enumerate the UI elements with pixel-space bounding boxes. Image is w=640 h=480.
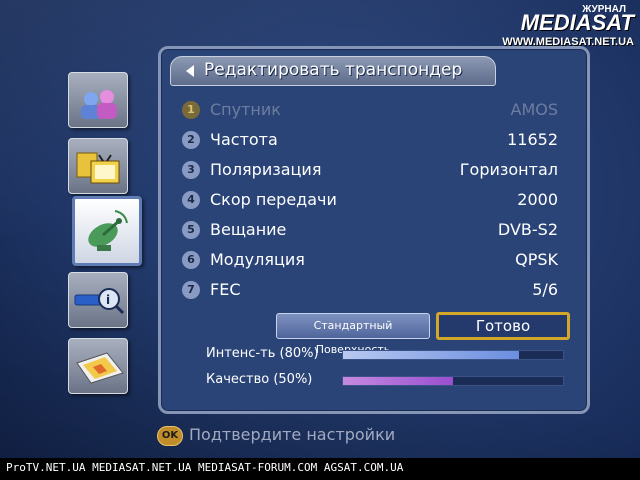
row-label: Скор передачи	[210, 190, 337, 209]
quality-meter-fill	[343, 377, 453, 385]
row-label: Поляризация	[210, 160, 322, 179]
row-number: 3	[182, 161, 200, 179]
watermark-kicker: ЖУРНАЛ	[582, 4, 626, 15]
row-value: 2000	[517, 190, 558, 209]
row-label: Модуляция	[210, 250, 305, 269]
panel-title: Редактировать транспондер	[204, 60, 463, 80]
quality-meter	[342, 376, 564, 386]
row-number: 7	[182, 281, 200, 299]
row-number: 2	[182, 131, 200, 149]
tv-folder-icon	[76, 152, 120, 184]
bottom-strip: ProTV.NET.UA MEDIASAT.NET.UA MEDIASAT-FO…	[0, 458, 640, 480]
quality-label: Качество (50%)	[206, 372, 313, 387]
smartcard-icon	[76, 352, 124, 384]
row-label: FEC	[210, 280, 241, 299]
row-number: 1	[182, 101, 200, 119]
standard-surface-button[interactable]: Стандартный Поверхность	[276, 313, 430, 356]
row-frequency[interactable]: 2 Частота 11652	[182, 128, 558, 154]
row-fec[interactable]: 7 FEC 5/6	[182, 278, 558, 304]
row-value: 5/6	[532, 280, 558, 299]
satellite-dish-icon	[88, 210, 128, 251]
bottom-strip-text: ProTV.NET.UA MEDIASAT.NET.UA MEDIASAT-FO…	[6, 461, 404, 474]
row-modulation[interactable]: 6 Модуляция QPSK	[182, 248, 558, 274]
row-value: 11652	[507, 130, 558, 149]
row-symbol-rate[interactable]: 4 Скор передачи 2000	[182, 188, 558, 214]
users-icon	[81, 90, 117, 119]
watermark: ЖУРНАЛ MEDIASAT WWW.MEDIASAT.NET.UA	[502, 4, 634, 48]
row-label: Вещание	[210, 220, 287, 239]
menu-installation[interactable]	[72, 196, 142, 266]
menu-tv-channels[interactable]	[68, 138, 128, 194]
footer-hint-text: Подтвердите настройки	[189, 425, 396, 444]
row-number: 6	[182, 251, 200, 269]
row-value: AMOS	[510, 100, 559, 119]
done-button[interactable]: Готово	[436, 312, 570, 340]
back-arrow-icon[interactable]	[186, 65, 194, 77]
intensity-label: Интенс-ть (80%)	[206, 346, 319, 361]
menu-info[interactable]: i	[68, 272, 128, 328]
row-label: Спутник	[210, 100, 281, 119]
menu-users[interactable]	[68, 72, 128, 128]
row-label: Частота	[210, 130, 278, 149]
info-search-icon: i	[74, 288, 125, 315]
svg-text:i: i	[106, 293, 110, 307]
menu-card[interactable]	[68, 338, 128, 394]
row-broadcast[interactable]: 5 Вещание DVB-S2	[182, 218, 558, 244]
intensity-meter	[342, 350, 564, 360]
intensity-meter-fill	[343, 351, 519, 359]
ok-button-icon: OK	[157, 426, 183, 446]
row-value: DVB-S2	[497, 220, 558, 239]
row-number: 4	[182, 191, 200, 209]
row-satellite[interactable]: 1 Спутник AMOS	[182, 98, 558, 124]
row-polarization[interactable]: 3 Поляризация Горизонтал	[182, 158, 558, 184]
row-number: 5	[182, 221, 200, 239]
row-value: QPSK	[515, 250, 558, 269]
row-value: Горизонтал	[459, 160, 558, 179]
